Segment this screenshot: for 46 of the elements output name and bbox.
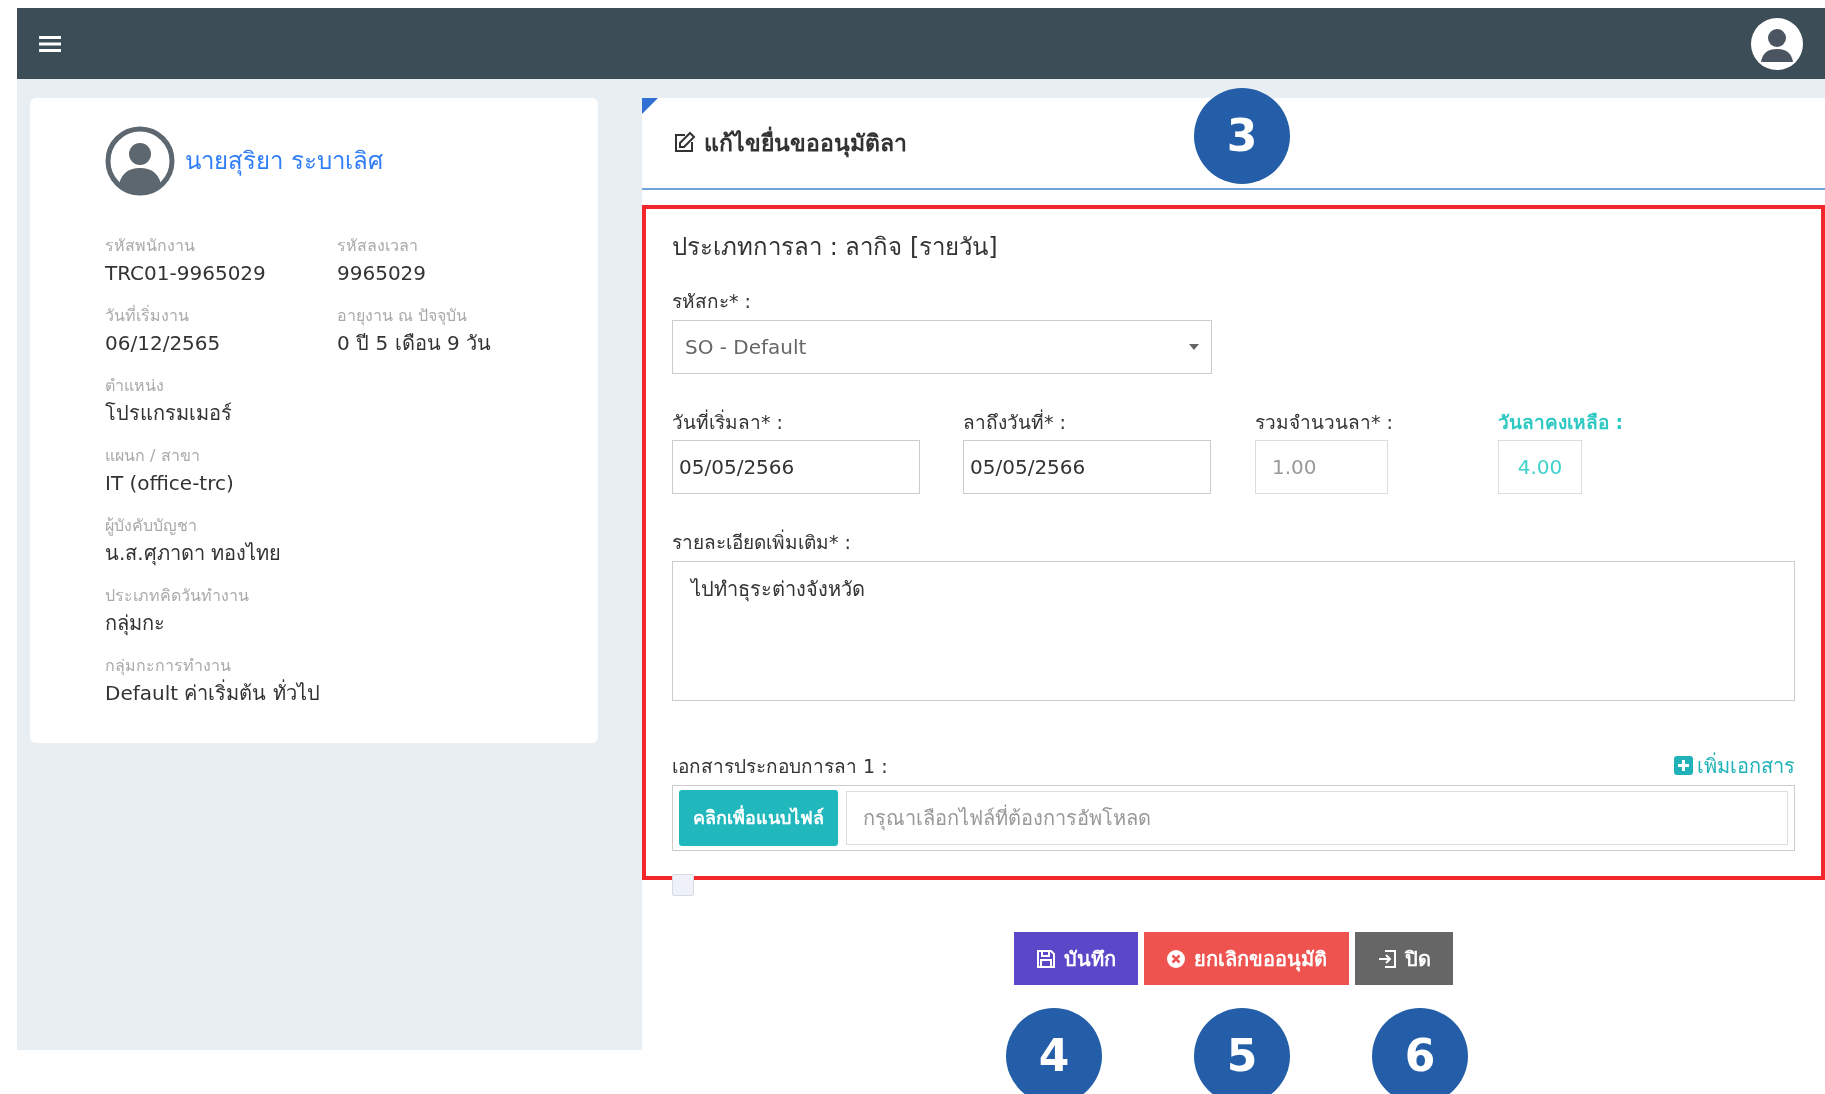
field-label: เอกสารประกอบการลา 1 :	[672, 754, 888, 779]
leave-type: ประเภทการลา : ลากิจ [รายวัน]	[672, 232, 999, 263]
cancel-request-button[interactable]: ยกเลิกขออนุมัติ	[1144, 932, 1349, 985]
field-label: รหัสกะ* :	[672, 289, 752, 314]
info-value: น.ส.ศุภาดา ทองไทย	[105, 540, 283, 568]
field-label: วันที่เริ่มลา* :	[672, 408, 784, 435]
employee-name: นายสุริยา ระบาเลิศ	[185, 146, 383, 178]
date-field[interactable]: 05/05/2566	[672, 440, 920, 494]
info-value: TRC01-9965029	[105, 260, 267, 287]
info-value: Default ค่าเริ่มต้น ทั่วไป	[105, 678, 321, 707]
shift-select[interactable]: SO - Default	[672, 319, 1212, 374]
avatar-icon[interactable]	[1751, 17, 1803, 70]
exit-icon	[1377, 948, 1397, 969]
info-value: โปรแกรมเมอร์	[105, 400, 233, 427]
menu-icon[interactable]	[39, 34, 61, 53]
info-label: ประเภทคิดวันทำงาน	[105, 585, 250, 607]
info-value: 06/12/2565	[105, 330, 222, 357]
info-label: รหัสพนักงาน	[105, 235, 196, 257]
field-label: ลาถึงวันที่* :	[963, 408, 1067, 435]
plus-icon	[1674, 756, 1693, 775]
info-label: แผนก / สาขา	[105, 445, 201, 467]
close-button[interactable]: ปิด	[1355, 932, 1453, 985]
info-value: 0 ปี 5 เดือน 9 วัน	[337, 330, 492, 357]
dropdown-caret-icon	[1189, 343, 1199, 350]
corner-marker-icon	[642, 98, 658, 114]
info-value: 9965029	[337, 260, 428, 287]
cancel-icon	[1166, 948, 1186, 969]
info-value: กลุ่มกะ	[105, 610, 166, 638]
info-label: ผู้บังคับบัญชา	[105, 515, 198, 538]
date-field[interactable]: 05/05/2566	[963, 440, 1211, 494]
edit-icon	[672, 131, 696, 155]
save-icon	[1036, 948, 1056, 969]
details-textarea[interactable]: ไปทำธุระต่างจังหวัด	[672, 560, 1795, 701]
file-name-field[interactable]: กรุณาเลือกไฟล์ที่ต้องการอัพโหลด	[846, 790, 1788, 845]
field-label: รายละเอียดเพิ่มเติม* :	[672, 528, 852, 555]
info-value: IT (office-trc)	[105, 470, 235, 497]
info-label: วันที่เริ่มงาน	[105, 304, 190, 327]
info-label: กลุ่มกะการทำงาน	[105, 655, 232, 678]
info-label: รหัสลงเวลา	[337, 235, 419, 257]
info-label: อายุงาน ณ ปัจจุบัน	[337, 305, 469, 328]
user-avatar-icon	[105, 126, 175, 196]
save-button[interactable]: บันทึก	[1014, 932, 1138, 985]
form-title: แก้ไขยื่นขออนุมัติลา	[704, 125, 907, 161]
field-label: รวมจำนวนลา* :	[1255, 409, 1394, 435]
checkbox[interactable]	[672, 874, 694, 896]
info-label: ตำแหน่ง	[105, 375, 165, 397]
